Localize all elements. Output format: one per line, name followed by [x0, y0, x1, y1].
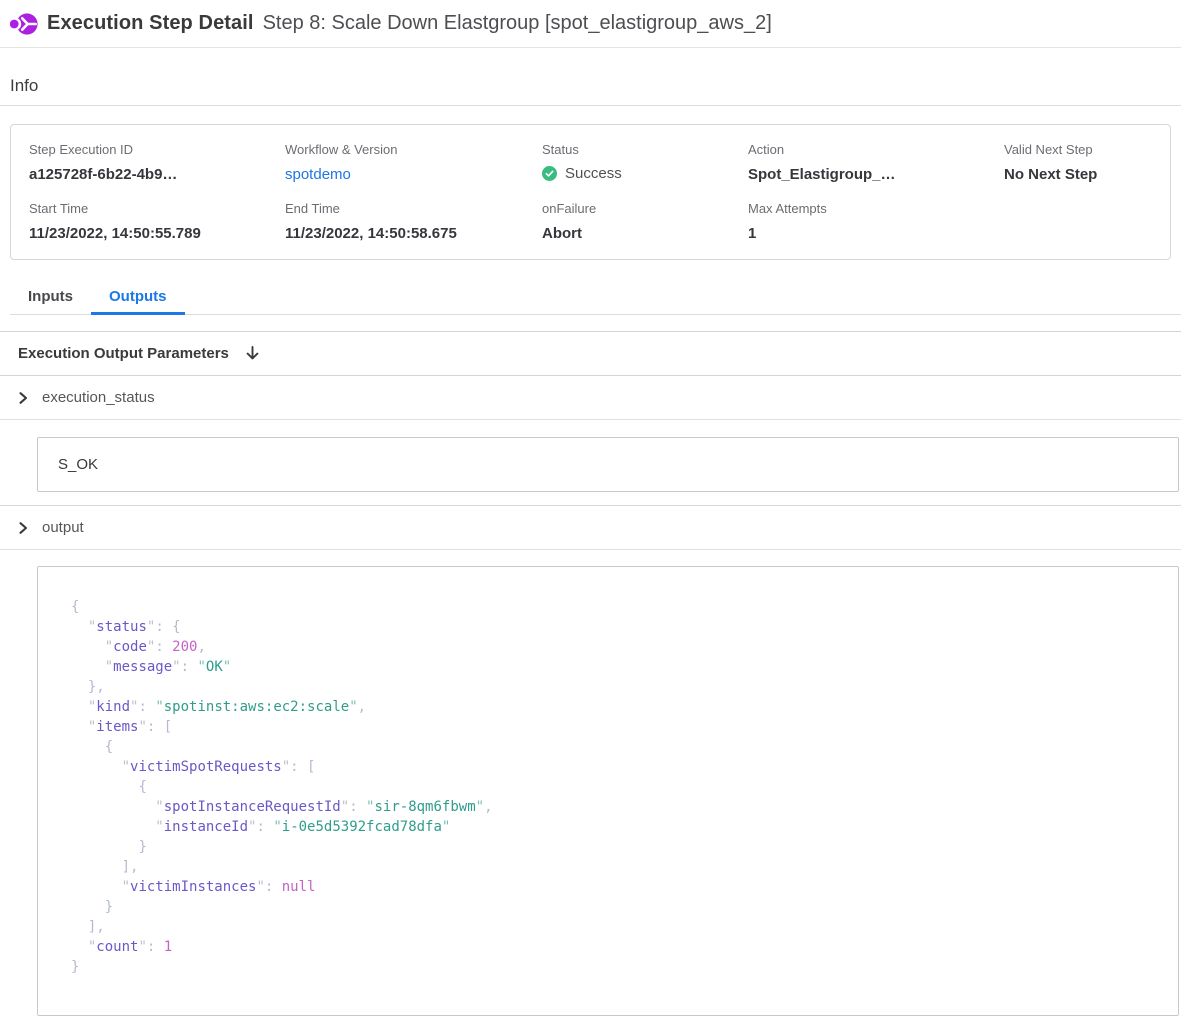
field-value: 1 [748, 224, 1004, 243]
field-label: End Time [285, 201, 542, 216]
field-value: Spot_Elastigroup_… [748, 165, 1004, 184]
section-name: execution_status [42, 389, 155, 406]
output-json-code: { "status": { "code": 200, "message": "O… [71, 597, 1158, 977]
field-label: Status [542, 142, 748, 157]
execution-status-value-box: S_OK [37, 437, 1179, 492]
page-title: Execution Step Detail [47, 12, 254, 35]
field-workflow-version: Workflow & Version spotdemo [285, 142, 542, 184]
field-label: Action [748, 142, 1004, 157]
tab-outputs[interactable]: Outputs [91, 276, 185, 314]
field-value: 11/23/2022, 14:50:58.675 [285, 224, 542, 243]
section-row-output[interactable]: output [0, 506, 1181, 550]
field-value: Abort [542, 224, 748, 243]
field-valid-next-step: Valid Next Step No Next Step [1004, 142, 1170, 184]
section-row-execution-status[interactable]: execution_status [0, 376, 1181, 420]
success-check-icon [542, 166, 557, 181]
output-parameters-title: Execution Output Parameters [18, 342, 229, 365]
workflow-link[interactable]: spotdemo [285, 165, 351, 184]
field-label: onFailure [542, 201, 748, 216]
field-step-execution-id: Step Execution ID a125728f-6b22-4b9… [29, 142, 285, 184]
download-arrow-icon[interactable] [244, 345, 261, 362]
output-parameters-header: Execution Output Parameters [0, 331, 1181, 376]
output-json-box: { "status": { "code": 200, "message": "O… [37, 566, 1179, 1016]
page-header: Execution Step Detail Step 8: Scale Down… [0, 0, 1181, 48]
status-badge: Success [542, 165, 748, 182]
spot-connect-logo-icon [10, 12, 38, 36]
field-value: a125728f-6b22-4b9… [29, 165, 285, 184]
field-label: Valid Next Step [1004, 142, 1170, 157]
status-text: Success [565, 165, 622, 182]
page-subtitle: Step 8: Scale Down Elastgroup [spot_elas… [263, 12, 772, 35]
field-value: 11/23/2022, 14:50:55.789 [29, 224, 285, 243]
info-section-heading: Info [0, 48, 1181, 106]
field-value: No Next Step [1004, 165, 1170, 184]
field-label: Start Time [29, 201, 285, 216]
chevron-right-icon [16, 391, 30, 405]
section-name: output [42, 519, 84, 536]
field-action: Action Spot_Elastigroup_… [748, 142, 1004, 184]
field-on-failure: onFailure Abort [542, 201, 748, 243]
inputs-outputs-tabbar: Inputs Outputs [10, 276, 1181, 315]
field-status: Status Success [542, 142, 748, 184]
step-info-card: Step Execution ID a125728f-6b22-4b9… Wor… [10, 124, 1171, 260]
field-max-attempts: Max Attempts 1 [748, 201, 1004, 243]
field-label: Step Execution ID [29, 142, 285, 157]
field-label: Workflow & Version [285, 142, 542, 157]
field-start-time: Start Time 11/23/2022, 14:50:55.789 [29, 201, 285, 243]
execution-status-value: S_OK [58, 456, 98, 473]
chevron-right-icon [16, 521, 30, 535]
field-label: Max Attempts [748, 201, 1004, 216]
tab-inputs[interactable]: Inputs [10, 276, 91, 314]
field-end-time: End Time 11/23/2022, 14:50:58.675 [285, 201, 542, 243]
